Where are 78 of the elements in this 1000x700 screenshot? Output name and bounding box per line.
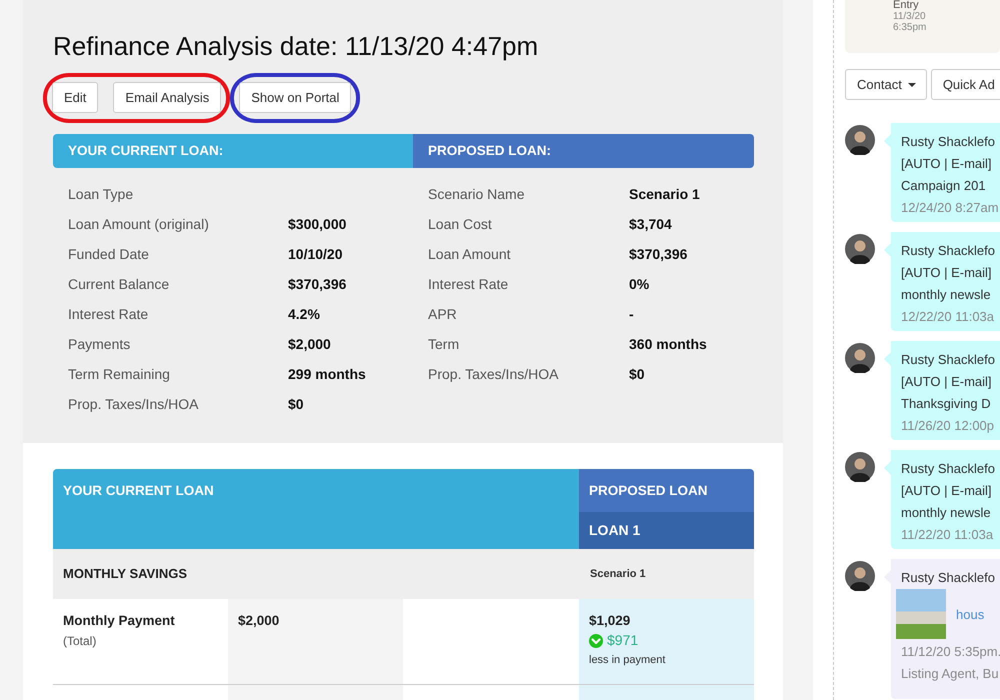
author-name: Rusty Shacklefo xyxy=(901,569,995,587)
message-time: 11/26/20 12:00p xyxy=(901,417,994,435)
field-label: Interest Rate xyxy=(428,276,508,292)
field-value: Scenario 1 xyxy=(629,186,700,202)
author-name: Rusty Shacklefo xyxy=(901,351,995,369)
current-amount: $2,000 xyxy=(238,613,280,629)
message-time: 11/12/20 5:35pm. xyxy=(901,643,1000,661)
row-label: Monthly Payment xyxy=(63,613,175,629)
avatar-icon xyxy=(845,452,875,482)
field-label: Payments xyxy=(68,336,130,352)
field-value: $0 xyxy=(629,366,645,382)
entry-time: 6:35pm xyxy=(893,22,926,33)
message-text: monthly newsle xyxy=(901,286,991,304)
message-text: [AUTO | E-mail] xyxy=(901,482,992,500)
action-button[interactable]: Quick Ad xyxy=(930,69,1000,100)
field-label: Loan Amount xyxy=(428,246,511,262)
message-time: 11/22/20 11:03a xyxy=(901,526,994,544)
action-button[interactable]: Edit xyxy=(52,82,98,113)
action-button[interactable]: Show on Portal xyxy=(239,82,352,113)
photo-placeholder xyxy=(896,589,946,639)
savings-note: less in payment xyxy=(589,654,666,666)
row-sublabel: (Total) xyxy=(63,633,96,649)
field-label: Loan Cost xyxy=(428,216,492,232)
field-label: APR xyxy=(428,306,457,322)
section-header: YOUR CURRENT LOAN: xyxy=(53,134,413,168)
field-value: - xyxy=(629,306,634,322)
field-value: $370,396 xyxy=(288,276,346,292)
avatar-icon xyxy=(845,234,875,264)
column-header: YOUR CURRENT LOAN xyxy=(53,469,579,549)
entry-title: Entry xyxy=(893,0,919,11)
message-text: [AUTO | E-mail] xyxy=(901,373,992,391)
author-name: Rusty Shacklefo xyxy=(901,242,995,260)
field-value: 360 months xyxy=(629,336,707,352)
column-header: PROPOSED LOAN xyxy=(579,469,754,512)
field-value: $370,396 xyxy=(629,246,688,262)
avatar-icon xyxy=(845,343,875,373)
message-text: monthly newsle xyxy=(901,504,991,522)
field-label: Prop. Taxes/Ins/HOA xyxy=(428,366,558,382)
page-title: Refinance Analysis date: 11/13/20 4:47pm xyxy=(53,30,538,63)
message-text: [AUTO | E-mail] xyxy=(901,155,992,173)
field-label: Term Remaining xyxy=(68,366,170,382)
dropdown-button[interactable]: Contact xyxy=(845,69,927,100)
field-label: Scenario Name xyxy=(428,186,524,202)
author-name: Rusty Shacklefo xyxy=(901,133,995,151)
section-heading: MONTHLY SAVINGS xyxy=(53,549,579,599)
avatar-icon xyxy=(845,561,875,591)
proposed-amount: $1,029 xyxy=(589,613,630,629)
field-value: 0% xyxy=(629,276,650,292)
field-value: $300,000 xyxy=(288,216,346,232)
savings-amount: $971 xyxy=(607,632,638,649)
field-label: Current Balance xyxy=(68,276,170,292)
action-button[interactable]: Email Analysis xyxy=(113,82,222,113)
message-time: 12/22/20 11:03a xyxy=(901,308,994,326)
field-value: $2,000 xyxy=(288,336,331,352)
entry-date: 11/3/20 xyxy=(893,11,926,22)
down-chevron-icon xyxy=(589,634,603,648)
message-text: Listing Agent, Bu xyxy=(901,665,999,683)
avatar-icon xyxy=(845,125,875,155)
field-value: 10/10/20 xyxy=(288,246,342,262)
field-label: Prop. Taxes/Ins/HOA xyxy=(68,396,198,412)
field-value: $3,704 xyxy=(629,216,672,232)
field-label: Interest Rate xyxy=(68,306,148,322)
section-header: PROPOSED LOAN: xyxy=(413,134,754,168)
author-name: Rusty Shacklefo xyxy=(901,460,995,478)
table-cell: Scenario 1 xyxy=(579,549,754,599)
field-label: Funded Date xyxy=(68,246,149,262)
field-label: Loan Type xyxy=(68,186,134,202)
message-text: [AUTO | E-mail] xyxy=(901,264,992,282)
field-value: $0 xyxy=(288,396,304,412)
field-label: Loan Amount (original) xyxy=(68,216,209,232)
field-value: 299 months xyxy=(288,366,366,382)
caret-icon xyxy=(908,82,916,86)
field-value: 4.2% xyxy=(288,306,320,322)
message-text: Campaign 201 xyxy=(901,177,986,195)
column-header: LOAN 1 xyxy=(579,512,754,549)
field-label: Term xyxy=(428,336,460,352)
message-time: 12/24/20 8:27am xyxy=(901,199,999,217)
message-text: Thanksgiving D xyxy=(901,395,991,413)
